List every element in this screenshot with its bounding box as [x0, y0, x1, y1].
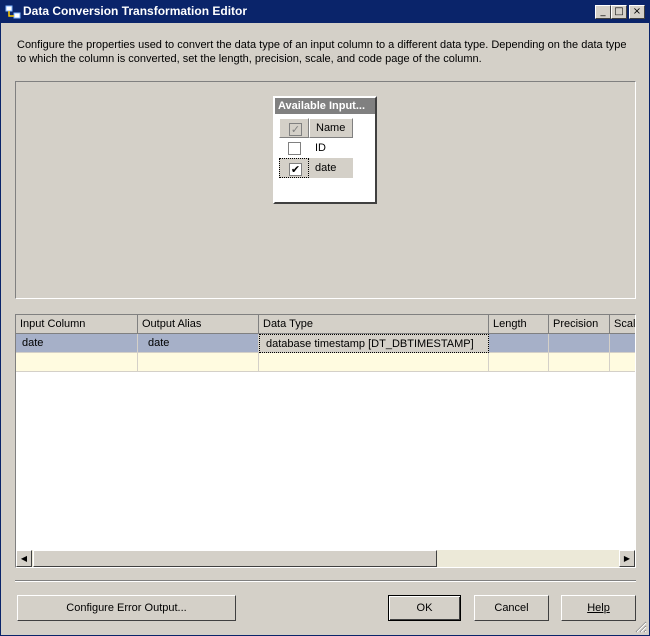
column-header-input-column[interactable]: Input Column	[16, 315, 138, 334]
cell-precision[interactable]	[549, 334, 610, 353]
data-flow-icon	[5, 5, 21, 19]
configure-error-output-button[interactable]: Configure Error Output...	[17, 595, 236, 621]
new-cell-input-column[interactable]	[16, 353, 138, 372]
new-cell-scale[interactable]	[610, 353, 635, 372]
column-header-scale[interactable]: Scal	[610, 315, 635, 334]
column-header-precision[interactable]: Precision	[549, 315, 610, 334]
scroll-thumb[interactable]	[33, 550, 437, 567]
maximize-button[interactable]: □	[611, 5, 627, 19]
arrow-right-icon: ▶	[623, 554, 631, 563]
input-row-date[interactable]: ✔ date	[279, 158, 353, 178]
available-inputs-panel[interactable]: Available Input... ✓ Name ID ✔ date	[273, 96, 377, 204]
input-cell-date: ✔	[279, 158, 309, 178]
column-header-output-alias[interactable]: Output Alias	[138, 315, 259, 334]
help-button[interactable]: Help	[561, 595, 636, 621]
new-cell-output-alias[interactable]	[138, 353, 259, 372]
column-header-length[interactable]: Length	[489, 315, 549, 334]
select-all-checkbox[interactable]: ✓	[289, 123, 302, 136]
close-button[interactable]: ×	[629, 5, 645, 19]
resize-grip-icon[interactable]	[635, 621, 647, 633]
new-cell-data-type[interactable]	[259, 353, 489, 372]
cancel-button[interactable]: Cancel	[474, 595, 549, 621]
available-inputs-grid: ✓ Name ID ✔ date	[279, 118, 353, 178]
available-inputs-title: Available Input...	[275, 98, 375, 114]
available-inputs-header-row: ✓ Name	[279, 118, 353, 138]
dialog-window: Data Conversion Transformation Editor _ …	[0, 0, 650, 636]
input-name-id: ID	[315, 142, 326, 154]
select-all-cell: ✓	[279, 118, 309, 138]
input-name-date: date	[315, 162, 337, 174]
cell-data-type[interactable]: database timestamp [DT_DBTIMESTAMP]	[259, 334, 489, 353]
separator	[15, 580, 636, 582]
description-text: Configure the properties used to convert…	[17, 39, 627, 65]
column-header-data-type[interactable]: Data Type	[259, 315, 489, 334]
close-icon: ×	[632, 6, 642, 17]
window-title: Data Conversion Transformation Editor	[23, 4, 248, 18]
input-cell-id	[279, 138, 309, 158]
conversion-grid[interactable]: Input Column Output Alias Data Type Leng…	[15, 314, 636, 568]
input-row-id[interactable]: ID	[279, 138, 353, 158]
scroll-right-button[interactable]: ▶	[619, 550, 635, 567]
new-cell-precision[interactable]	[549, 353, 610, 372]
maximize-icon: □	[614, 6, 624, 17]
cell-scale[interactable]	[610, 334, 635, 353]
name-column-header: Name	[309, 118, 353, 138]
minimize-icon: _	[600, 6, 606, 17]
cell-output-alias[interactable]: date	[138, 334, 259, 353]
scroll-left-button[interactable]: ◀	[16, 550, 32, 567]
ok-button[interactable]: OK	[388, 595, 461, 621]
cell-input-column[interactable]: date	[16, 334, 138, 353]
minimize-button[interactable]: _	[595, 5, 611, 19]
new-cell-length[interactable]	[489, 353, 549, 372]
checkbox-id[interactable]	[288, 142, 301, 155]
checkbox-date[interactable]: ✔	[289, 163, 302, 176]
horizontal-scrollbar[interactable]: ◀ ▶	[16, 550, 635, 567]
arrow-left-icon: ◀	[20, 554, 28, 563]
title-bar[interactable]: Data Conversion Transformation Editor _ …	[1, 1, 649, 23]
cell-length[interactable]	[489, 334, 549, 353]
